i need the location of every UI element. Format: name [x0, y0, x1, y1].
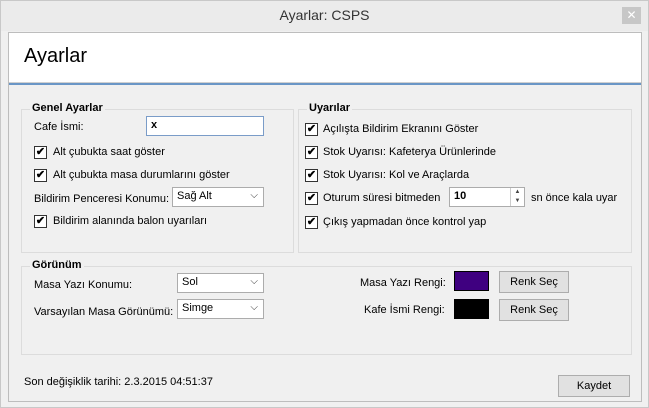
kafe-isim-renk-sec-button[interactable]: Renk Seç — [499, 299, 569, 321]
masa-gorunum-label: Varsayılan Masa Görünümü: — [34, 306, 174, 318]
chevron-down-icon: ⌵ — [250, 302, 258, 313]
balon-checkbox[interactable]: ✔ — [34, 215, 47, 228]
masa-yazi-konum-value: Sol — [182, 276, 198, 288]
page-title: Ayarlar — [24, 45, 87, 67]
masa-yazi-renk-sec-button[interactable]: Renk Seç — [499, 271, 569, 293]
oturum-checkbox[interactable]: ✔ — [305, 192, 318, 205]
masa-durum-checkbox[interactable]: ✔ — [34, 169, 47, 182]
oturum-seconds-stepper[interactable]: 10 ▲ ▼ — [449, 187, 525, 207]
oturum-seconds-value: 10 — [454, 190, 467, 202]
cikis-checkbox[interactable]: ✔ — [305, 216, 318, 229]
acilis-label: Açılışta Bildirim Ekranını Göster — [323, 123, 479, 135]
save-button[interactable]: Kaydet — [558, 375, 630, 397]
bildirim-konum-select[interactable]: Sağ Alt ⌵ — [172, 187, 264, 207]
cikis-label: Çıkış yapmadan önce kontrol yap — [323, 216, 487, 228]
balon-label: Bildirim alanında balon uyarıları — [53, 215, 208, 227]
genel-ayarlar-title: Genel Ayarlar — [30, 102, 105, 114]
saat-label: Alt çubukta saat göster — [53, 146, 165, 158]
oturum-suffix-label: sn önce kala uyar — [531, 192, 618, 204]
window-title: Ayarlar: CSPS — [279, 7, 370, 23]
saat-checkbox[interactable]: ✔ — [34, 146, 47, 159]
gorunum-group: Görünüm Masa Yazı Konumu: Sol ⌵ Varsayıl… — [21, 259, 632, 355]
bildirim-konum-value: Sağ Alt — [177, 190, 212, 202]
masa-gorunum-value: Simge — [182, 302, 214, 314]
masa-gorunum-select[interactable]: Simge ⌵ — [177, 299, 264, 319]
masa-yazi-konum-label: Masa Yazı Konumu: — [34, 279, 133, 291]
chevron-down-icon: ⌵ — [250, 276, 258, 287]
masa-yazi-renk-label: Masa Yazı Rengi: — [360, 277, 446, 289]
chevron-down-icon: ⌵ — [250, 190, 258, 201]
stok-kafe-checkbox[interactable]: ✔ — [305, 146, 318, 159]
acilis-checkbox[interactable]: ✔ — [305, 123, 318, 136]
spin-up-icon[interactable]: ▲ — [511, 188, 524, 197]
stok-kafe-label: Stok Uyarısı: Kafeterya Ürünlerinde — [323, 146, 497, 158]
settings-window: Ayarlar: CSPS ✕ Ayarlar Genel Ayarlar Ca… — [0, 0, 649, 408]
spinner[interactable]: ▲ ▼ — [510, 188, 524, 206]
oturum-label: Oturum süresi bitmeden — [323, 192, 441, 204]
bildirim-konum-label: Bildirim Penceresi Konumu: — [34, 193, 170, 205]
header-divider — [9, 83, 641, 85]
uyarilar-title: Uyarılar — [307, 102, 352, 114]
page-header: Ayarlar — [9, 33, 641, 83]
kafe-isim-renk-swatch — [454, 299, 489, 319]
title-bar: Ayarlar: CSPS ✕ — [1, 1, 648, 31]
cafe-name-label: Cafe İsmi: — [34, 121, 84, 133]
kafe-isim-renk-label: Kafe İsmi Rengi: — [364, 304, 445, 316]
genel-ayarlar-group: Genel Ayarlar Cafe İsmi: x ✔ Alt çubukta… — [21, 102, 294, 253]
stok-kol-checkbox[interactable]: ✔ — [305, 169, 318, 182]
stok-kol-label: Stok Uyarısı: Kol ve Araçlarda — [323, 169, 470, 181]
close-button[interactable]: ✕ — [622, 7, 641, 24]
masa-durum-label: Alt çubukta masa durumlarını göster — [53, 169, 230, 181]
last-change-text: Son değişiklik tarihi: 2.3.2015 04:51:37 — [24, 376, 213, 388]
cafe-name-input[interactable]: x — [146, 116, 264, 136]
gorunum-title: Görünüm — [30, 259, 84, 271]
spin-down-icon[interactable]: ▼ — [511, 197, 524, 206]
masa-yazi-renk-swatch — [454, 271, 489, 291]
content-area: Ayarlar Genel Ayarlar Cafe İsmi: x ✔ Alt… — [8, 32, 642, 402]
masa-yazi-konum-select[interactable]: Sol ⌵ — [177, 273, 264, 293]
uyarilar-group: Uyarılar ✔ Açılışta Bildirim Ekranını Gö… — [298, 102, 632, 253]
